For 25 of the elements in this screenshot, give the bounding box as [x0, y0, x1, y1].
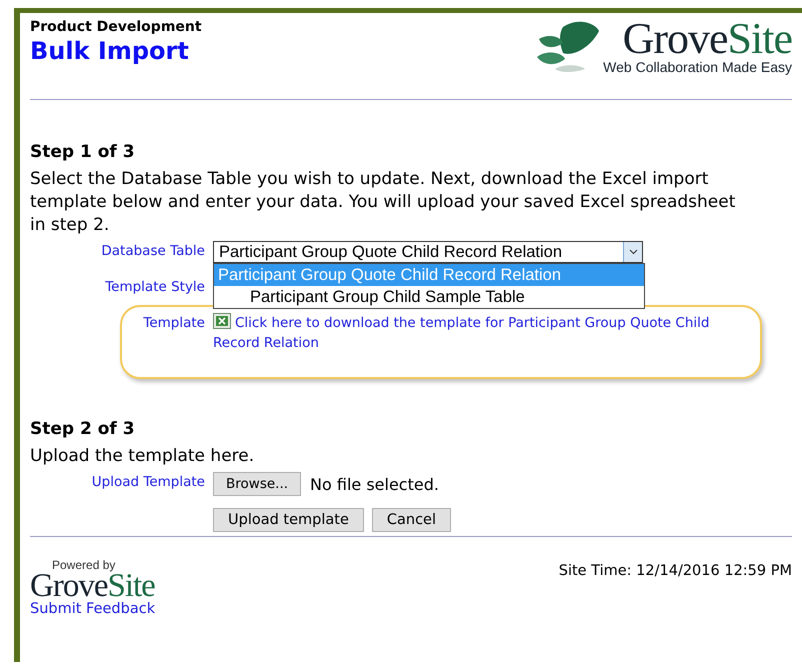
field-label: Template Style	[104, 278, 205, 297]
step-heading: Step 2 of 3	[30, 419, 136, 439]
breadcrumb: Product Development	[30, 19, 202, 35]
footer-wordmark: GroveSite	[30, 571, 156, 601]
caret-icon	[623, 242, 642, 262]
database-table-select[interactable]: Participant Group Quote Child Record Relation	[213, 241, 643, 263]
page-title: Bulk Import	[30, 37, 190, 65]
powered-by-text: Powered by	[51, 559, 116, 571]
logo-tagline: Web Collaboration Made Easy	[603, 59, 792, 75]
spreadsheet-icon	[213, 313, 231, 329]
feedback-link[interactable]: Submit Feedback	[30, 601, 156, 617]
field-label: Database Table	[100, 242, 205, 261]
field-label: Template	[142, 314, 205, 333]
field-label: Upload Template	[90, 473, 205, 492]
dropdown-option[interactable]: Participant Group Child Sample Table	[214, 286, 644, 308]
form-button[interactable]: Cancel	[372, 508, 451, 532]
download-template-link[interactable]: Click here to download the template for Participant Group Quote Child Record Relation	[213, 313, 753, 353]
file-status: No file selected.	[310, 474, 439, 494]
browse-button[interactable]: Browse...	[213, 472, 302, 496]
step-instructions: Select the Database Table you wish to update. Next, download the Excel import template below and enter your data. You will upload your saved Excel spreadsheet in step 2.	[30, 168, 736, 237]
step-instructions: Upload the template here.	[30, 445, 256, 468]
step-heading: Step 1 of 3	[30, 142, 136, 162]
logo-wordmark: GroveSite	[622, 17, 792, 61]
site-time: Site Time: 12/14/2016 12:59 PM	[558, 562, 792, 581]
form-button[interactable]: Upload template	[213, 508, 364, 532]
